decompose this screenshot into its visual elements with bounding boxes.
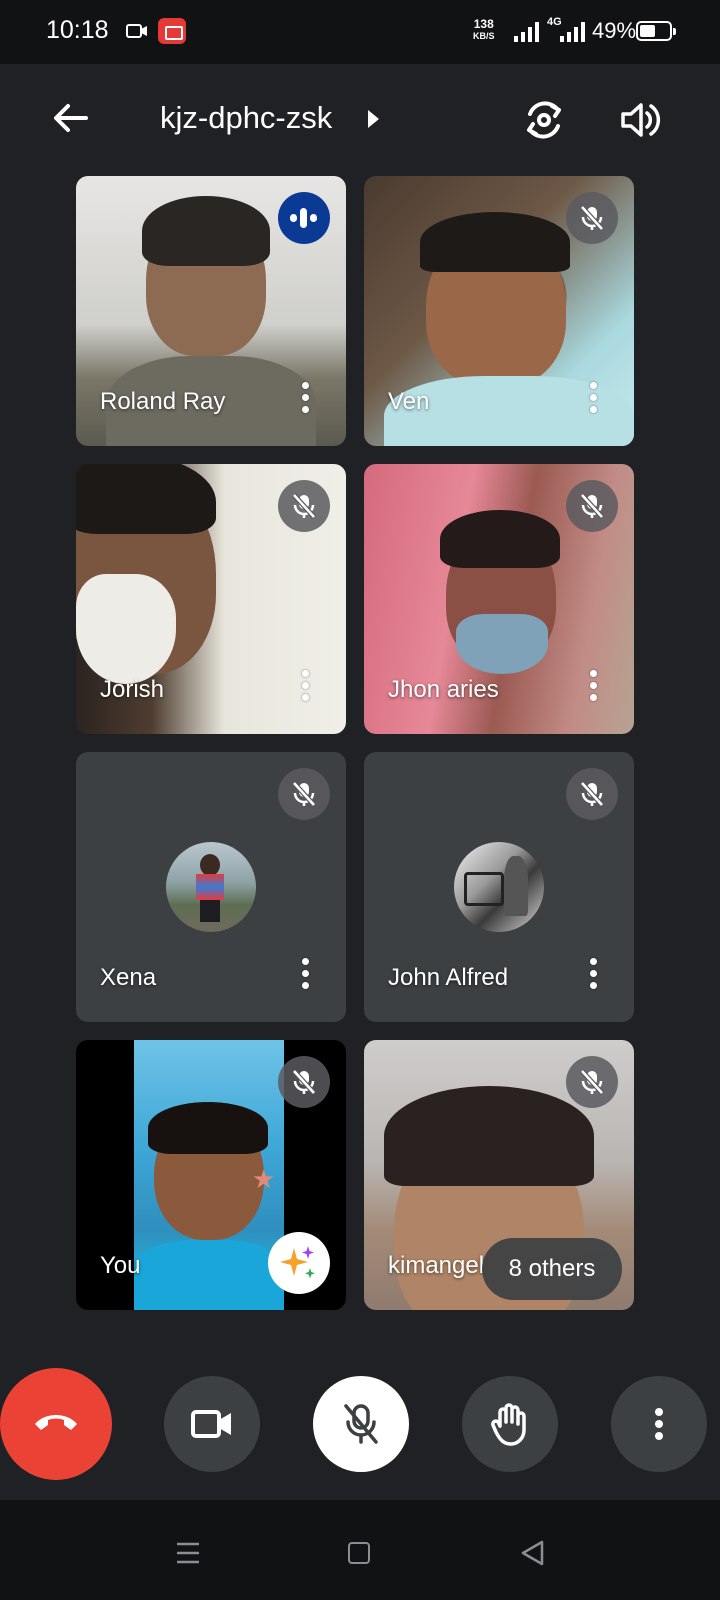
face-mask <box>456 614 548 674</box>
participant-hair <box>440 510 560 568</box>
mic-off-icon <box>566 1056 618 1108</box>
mic-off-icon <box>566 480 618 532</box>
meeting-info-caret-icon[interactable] <box>368 110 379 128</box>
participant-name: You <box>100 1252 141 1279</box>
status-bar: 10:18 138 KB/S 4G 49% <box>0 0 720 64</box>
more-vert-icon[interactable] <box>302 670 310 702</box>
mic-off-icon <box>278 1056 330 1108</box>
participant-name: John Alfred <box>388 964 509 991</box>
speaking-indicator-icon <box>278 192 330 244</box>
participant-name: Xena <box>100 964 157 991</box>
participant-tile[interactable]: John Alfred <box>364 752 634 1022</box>
mic-off-icon <box>278 768 330 820</box>
end-call-icon <box>35 1415 77 1430</box>
participant-hair <box>142 196 270 266</box>
face-mask <box>76 574 176 684</box>
avatar <box>454 842 544 932</box>
raise-hand-button[interactable] <box>462 1376 558 1472</box>
effects-sparkle-button[interactable] <box>268 1232 330 1294</box>
participant-hair <box>420 212 570 272</box>
more-vert-icon <box>655 1408 663 1440</box>
camera-toggle-button[interactable] <box>164 1376 260 1472</box>
battery-percent: 49% <box>592 18 637 43</box>
mic-off-icon <box>344 1404 378 1444</box>
more-vert-icon[interactable] <box>302 382 310 414</box>
participant-tile[interactable]: Jorish <box>76 464 346 734</box>
participant-tile[interactable]: Xena <box>76 752 346 1022</box>
participant-tile-self[interactable]: ★ You <box>76 1040 346 1310</box>
more-vert-icon[interactable] <box>590 958 598 990</box>
participant-hair <box>76 464 216 534</box>
end-call-button[interactable] <box>0 1368 112 1480</box>
home-icon[interactable] <box>348 1542 370 1564</box>
mic-toggle-button[interactable] <box>313 1376 409 1472</box>
call-controls <box>0 1320 720 1480</box>
video-call-status-icon <box>126 24 147 38</box>
wifi-signal-icon <box>514 22 539 42</box>
others-count-button[interactable]: 8 others <box>482 1238 622 1300</box>
network-speed-value: 138 <box>473 17 494 31</box>
participant-name: Jorish <box>100 676 165 703</box>
participant-hair <box>384 1086 594 1186</box>
avatar <box>166 842 256 932</box>
system-nav-bar <box>0 1500 720 1600</box>
more-vert-icon[interactable] <box>590 670 598 702</box>
battery-icon <box>636 21 676 41</box>
participant-name: Roland Ray <box>100 388 226 415</box>
sparkle-icon <box>280 1246 315 1279</box>
participant-tile[interactable]: Roland Ray <box>76 176 346 446</box>
more-vert-icon[interactable] <box>590 382 598 414</box>
screen-record-icon <box>158 18 186 44</box>
network-speed-unit: KB/S <box>473 31 495 41</box>
video-camera-icon <box>191 1410 231 1438</box>
meeting-code[interactable]: kjz-dphc-zsk <box>160 100 332 136</box>
arrow-left-icon[interactable] <box>50 98 90 138</box>
back-triangle-icon[interactable] <box>520 1540 544 1566</box>
participant-tile[interactable]: Ven <box>364 176 634 446</box>
more-vert-icon[interactable] <box>302 958 310 990</box>
participant-tile[interactable]: Jhon aries <box>364 464 634 734</box>
network-speed: 138 KB/S <box>473 18 495 42</box>
self-video: ★ <box>134 1040 284 1310</box>
speaker-icon[interactable] <box>619 100 661 140</box>
cell-signal-icon <box>560 22 585 42</box>
more-options-button[interactable] <box>611 1376 707 1472</box>
status-time: 10:18 <box>46 16 109 44</box>
raise-hand-icon <box>491 1403 526 1446</box>
participant-name: kimangel <box>388 1252 485 1279</box>
participant-name: Jhon aries <box>388 676 499 703</box>
participant-name: Ven <box>388 388 430 415</box>
starfish-icon: ★ <box>252 1164 276 1194</box>
switch-camera-icon[interactable] <box>522 98 566 142</box>
participant-tile[interactable]: kimangel 8 others <box>364 1040 634 1310</box>
mic-off-icon <box>566 192 618 244</box>
recent-apps-icon[interactable] <box>176 1542 200 1564</box>
mic-off-icon <box>566 768 618 820</box>
mic-off-icon <box>278 480 330 532</box>
